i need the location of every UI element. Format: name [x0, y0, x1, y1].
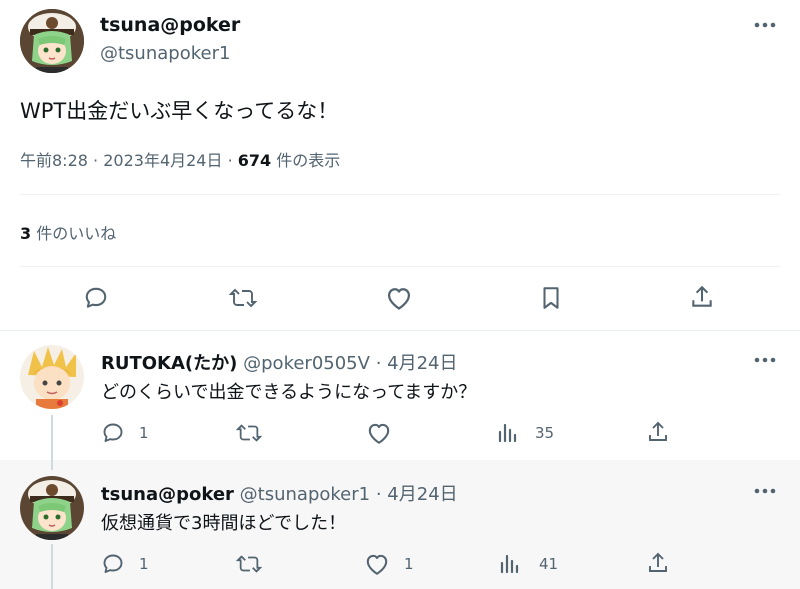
author-name[interactable]: tsuna@poker: [101, 484, 234, 505]
reply-header: tsuna@poker @tsunapoker1 · 4月24日: [101, 480, 458, 506]
reply-count: 1: [139, 555, 149, 573]
more-icon[interactable]: [752, 353, 778, 367]
views-icon: [498, 423, 517, 443]
more-icon[interactable]: [752, 18, 778, 32]
tweet-meta: 午前8:28 · 2023年4月24日 · 674 件の表示: [20, 147, 340, 171]
reply-text: 仮想通貨で3時間ほどでした！: [101, 513, 347, 534]
retweet-icon: [229, 288, 257, 308]
share-button[interactable]: [689, 284, 715, 310]
avatar-illustration: [20, 345, 84, 409]
reply-icon: [85, 287, 107, 308]
author-handle[interactable]: @poker0505V: [243, 353, 370, 374]
views-label: 件の表示: [271, 151, 341, 170]
share-icon: [649, 552, 667, 572]
views-icon: [500, 554, 519, 574]
like-button[interactable]: 1: [364, 552, 414, 576]
like-icon: [366, 554, 388, 575]
retweet-icon: [236, 555, 262, 573]
divider: [20, 266, 780, 267]
reply-date[interactable]: 4月24日: [387, 353, 457, 374]
retweet-icon: [236, 424, 262, 442]
share-button[interactable]: [646, 551, 670, 575]
tweet-time[interactable]: 午前8:28: [20, 151, 88, 170]
thread-line: [51, 544, 53, 589]
reply-text: どのくらいで出金できるようになってますか？: [101, 382, 477, 403]
views-count: 674: [237, 151, 272, 170]
share-icon: [692, 285, 712, 307]
like-button[interactable]: [366, 421, 406, 445]
divider: [20, 194, 780, 195]
reply-tweet[interactable]: RUTOKA(たか) @poker0505V · 4月24日 どのくらいで出金で…: [0, 331, 800, 460]
retweet-button[interactable]: [229, 285, 257, 311]
author-name[interactable]: RUTOKA(たか): [101, 353, 237, 374]
reply-icon: [103, 554, 123, 573]
avatar[interactable]: [20, 9, 84, 73]
avatar[interactable]: [20, 345, 84, 409]
bookmark-icon: [543, 287, 559, 309]
likes-stat[interactable]: 3 件のいいね: [20, 220, 116, 244]
tweet-date[interactable]: 2023年4月24日: [103, 151, 222, 170]
like-icon: [368, 423, 390, 444]
retweet-button[interactable]: [236, 552, 276, 576]
share-button[interactable]: [646, 420, 670, 444]
views-button[interactable]: 35: [497, 421, 554, 445]
thread-line: [51, 460, 53, 470]
retweet-button[interactable]: [236, 421, 276, 445]
thread-line: [51, 415, 53, 460]
reply-header: RUTOKA(たか) @poker0505V · 4月24日: [101, 349, 458, 375]
avatar[interactable]: [20, 476, 84, 540]
bookmark-button[interactable]: [539, 285, 563, 311]
reply-icon: [103, 423, 123, 442]
tweet-text: WPT出金だいぶ早くなってるな！: [20, 99, 339, 123]
views-count: 41: [539, 555, 559, 573]
views-count: 35: [535, 424, 555, 442]
meta-separator: ·: [93, 151, 99, 170]
reply-tweet[interactable]: tsuna@poker @tsunapoker1 · 4月24日 仮想通貨で3時…: [0, 460, 800, 589]
author-name[interactable]: tsuna@poker: [100, 14, 240, 36]
author-handle[interactable]: @tsunapoker1: [100, 43, 230, 64]
author-handle[interactable]: @tsunapoker1: [240, 484, 370, 505]
more-icon[interactable]: [752, 484, 778, 498]
avatar-illustration: [20, 476, 84, 540]
meta-separator: ·: [227, 151, 233, 170]
likes-count: 3: [20, 224, 32, 243]
reply-button[interactable]: 1: [101, 552, 149, 576]
views-button[interactable]: 41: [499, 552, 558, 576]
reply-date[interactable]: 4月24日: [387, 484, 457, 505]
likes-label: 件のいいね: [31, 224, 117, 243]
reply-button[interactable]: [83, 285, 109, 311]
avatar-illustration: [20, 9, 84, 73]
reply-count: 1: [139, 424, 149, 442]
meta-separator: ·: [375, 353, 382, 374]
meta-separator: ·: [375, 484, 382, 505]
like-icon: [387, 288, 411, 310]
reply-button[interactable]: 1: [101, 421, 149, 445]
like-button[interactable]: [385, 285, 413, 311]
like-count: 1: [404, 555, 414, 573]
share-icon: [649, 421, 667, 441]
